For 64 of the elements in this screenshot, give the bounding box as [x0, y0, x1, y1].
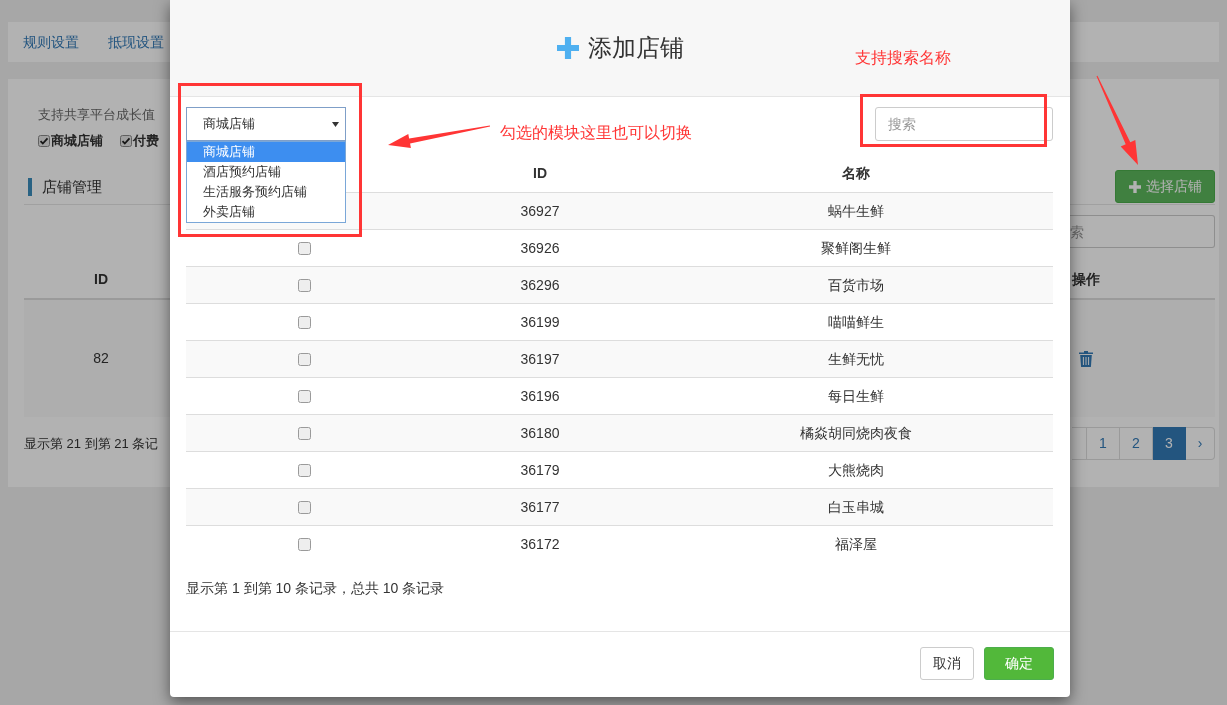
table-cell-text: 36177	[520, 497, 560, 517]
checkbox[interactable]	[297, 537, 311, 551]
column-header: ID	[94, 269, 108, 289]
record-summary: 显示第 21 到第 21 条记	[24, 434, 159, 453]
table-cell-text: 福泽屋	[834, 534, 877, 554]
table-cell-text: 生鲜无忧	[827, 349, 884, 369]
checkbox[interactable]	[297, 315, 311, 329]
checkbox[interactable]	[297, 463, 311, 477]
page-button[interactable]: 3	[1153, 427, 1186, 460]
checkbox-label[interactable]: 付费	[133, 132, 159, 150]
table-cell-text: 大熊烧肉	[827, 460, 884, 480]
checkbox-label[interactable]: 商城店铺	[51, 132, 103, 150]
page-button[interactable]: 2	[1120, 427, 1153, 460]
table-cell-text: 36196	[520, 386, 560, 406]
table-cell-text: 聚鲜阁生鲜	[820, 238, 891, 258]
previous-page-button[interactable]	[1072, 427, 1087, 460]
accent-bar	[28, 177, 32, 196]
checkbox[interactable]	[38, 135, 50, 147]
page-button[interactable]: ›	[1186, 427, 1215, 460]
table-cell-text: 36172	[520, 534, 560, 554]
confirm-button[interactable]: 确定	[984, 647, 1054, 680]
checkbox[interactable]	[297, 352, 311, 366]
checkbox[interactable]	[120, 135, 132, 147]
table-cell-text: 36927	[520, 201, 560, 221]
search-field[interactable]: 搜索	[875, 107, 1053, 141]
search-field[interactable]: 索	[1070, 215, 1215, 248]
annotation-text: 勾选的模块这里也可以切换	[500, 123, 692, 143]
table-cell-text: 36179	[520, 460, 560, 480]
table-cell-text: 橘焱胡同烧肉夜食	[799, 423, 912, 443]
checkbox[interactable]	[297, 426, 311, 440]
column-header: 操作	[1072, 269, 1100, 289]
table-cell-text: 36926	[520, 238, 560, 258]
record-summary: 显示第 1 到第 10 条记录，总共 10 条记录	[186, 579, 445, 598]
column-header: 名称	[841, 164, 870, 183]
table-cell-text: 喵喵鲜生	[827, 312, 884, 332]
plus-icon	[1128, 180, 1141, 193]
checkbox[interactable]	[297, 241, 311, 255]
table-cell-text: 36180	[520, 423, 560, 443]
table-cell-text: 每日生鲜	[827, 386, 884, 406]
page-button[interactable]: 1	[1087, 427, 1120, 460]
annotation-text: 支持搜索名称	[855, 48, 951, 68]
checkbox[interactable]	[297, 278, 311, 292]
checkbox[interactable]	[297, 500, 311, 514]
table-cell-text: 白玉串城	[827, 497, 884, 517]
plus-icon	[556, 37, 579, 59]
dialog-title: 添加店铺	[587, 33, 684, 63]
table-cell-text: 82	[93, 349, 109, 368]
store-type-select[interactable]: 商城店铺	[186, 107, 346, 141]
trash-icon[interactable]	[1079, 350, 1093, 367]
column-header: ID	[533, 164, 547, 183]
cancel-button[interactable]: 取消	[920, 647, 974, 680]
dropdown-option[interactable]: 商城店铺	[187, 142, 345, 162]
table-cell-text: 蜗牛生鲜	[827, 201, 884, 221]
select-store-button[interactable]: 选择店铺	[1115, 170, 1215, 203]
description-text: 支持共享平台成长值	[38, 106, 155, 124]
table-cell-text: 36199	[520, 312, 560, 332]
table-cell-text: 36197	[520, 349, 560, 369]
section-title: 店铺管理	[42, 176, 102, 197]
table-cell-text: 百货市场	[827, 275, 884, 295]
caret-icon	[332, 121, 339, 127]
nav-link[interactable]: 规则设置	[23, 32, 79, 52]
checkbox[interactable]	[297, 389, 311, 403]
nav-link[interactable]: 抵现设置	[108, 32, 164, 52]
table-cell-text: 36296	[520, 275, 560, 295]
